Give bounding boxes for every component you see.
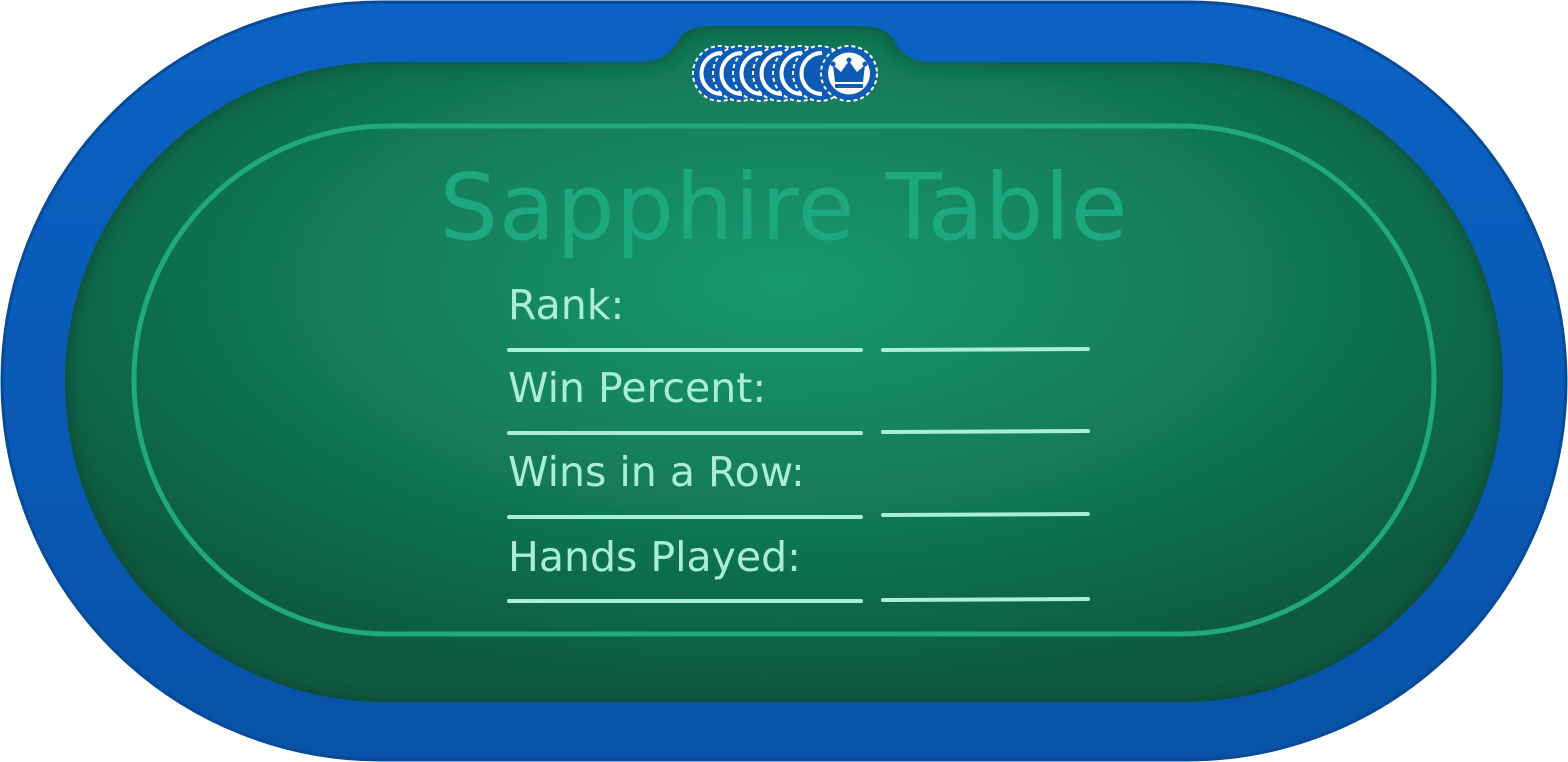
stat-label-win-percent: Win Percent: xyxy=(508,364,767,412)
stat-label-rank: Rank: xyxy=(508,281,625,329)
stat-label-wins-in-a-row: Wins in a Row: xyxy=(508,448,805,496)
stat-label-hands-played: Hands Played: xyxy=(508,533,801,581)
poker-table xyxy=(0,0,1568,762)
table-title: Sapphire Table xyxy=(439,154,1129,261)
chip-stack[interactable] xyxy=(692,45,878,102)
poker-table-stage: Sapphire Table Rank: Win Percent: Wins i… xyxy=(0,0,1568,762)
